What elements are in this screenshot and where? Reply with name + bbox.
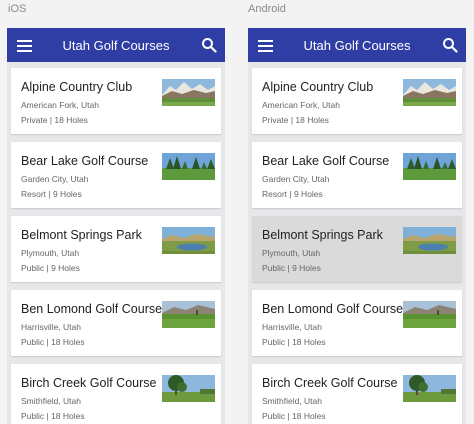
course-info: Public | 18 Holes	[262, 337, 326, 347]
ios-label: iOS	[8, 3, 27, 15]
course-location: American Fork, Utah	[262, 100, 340, 110]
course-thumbnail	[403, 301, 456, 328]
course-info: Private | 18 Holes	[21, 115, 88, 125]
course-card[interactable]: Bear Lake Golf Course Garden City, Utah Re…	[11, 142, 221, 208]
android-label: Android	[248, 3, 286, 15]
course-location: American Fork, Utah	[21, 100, 99, 110]
course-name: Belmont Springs Park	[21, 228, 142, 242]
course-info: Public | 9 Holes	[262, 263, 321, 273]
course-thumbnail	[403, 153, 456, 180]
course-card[interactable]: Ben Lomond Golf Course Harrisville, Utah P…	[252, 290, 462, 356]
course-location: Garden City, Utah	[21, 174, 89, 184]
search-icon[interactable]	[201, 37, 217, 53]
course-thumbnail	[162, 79, 215, 106]
course-thumbnail	[162, 375, 215, 402]
course-name: Alpine Country Club	[262, 80, 374, 94]
course-card[interactable]: Alpine Country Club American Fork, Utah Pr…	[252, 68, 462, 134]
course-info: Public | 18 Holes	[21, 411, 85, 421]
course-card[interactable]: Bear Lake Golf Course Garden City, Utah Re…	[252, 142, 462, 208]
app-title: Utah Golf Courses	[62, 38, 170, 53]
course-card[interactable]: Birch Creek Golf Course Smithfield, Utah P…	[252, 364, 462, 424]
course-location: Smithfield, Utah	[21, 396, 81, 406]
course-thumbnail	[403, 79, 456, 106]
course-name: Birch Creek Golf Course	[262, 376, 398, 390]
course-thumbnail	[403, 227, 456, 254]
course-card[interactable]: Belmont Springs Park Plymouth, Utah Public…	[252, 216, 462, 282]
course-info: Public | 18 Holes	[21, 337, 85, 347]
course-location: Harrisville, Utah	[262, 322, 322, 332]
course-info: Private | 18 Holes	[262, 115, 329, 125]
course-list: Alpine Country Club American Fork, Utah Pr…	[248, 62, 466, 424]
course-card[interactable]: Ben Lomond Golf Course Harrisville, Utah P…	[11, 290, 221, 356]
course-info: Resort | 9 Holes	[262, 189, 323, 199]
course-name: Bear Lake Golf Course	[262, 154, 390, 168]
course-name: Alpine Country Club	[21, 80, 133, 94]
app-bar: Utah Golf Courses	[7, 28, 225, 62]
course-card[interactable]: Birch Creek Golf Course Smithfield, Utah P…	[11, 364, 221, 424]
course-location: Plymouth, Utah	[262, 248, 321, 258]
course-location: Plymouth, Utah	[21, 248, 80, 258]
course-list: Alpine Country Club American Fork, Utah Pr…	[7, 62, 225, 424]
course-name: Ben Lomond Golf Course	[21, 302, 163, 316]
course-name: Birch Creek Golf Course	[21, 376, 157, 390]
course-card[interactable]: Alpine Country Club American Fork, Utah Pr…	[11, 68, 221, 134]
course-name: Bear Lake Golf Course	[21, 154, 149, 168]
course-info: Resort | 9 Holes	[21, 189, 82, 199]
course-card[interactable]: Belmont Springs Park Plymouth, Utah Public…	[11, 216, 221, 282]
app-title: Utah Golf Courses	[303, 38, 411, 53]
course-name: Belmont Springs Park	[262, 228, 383, 242]
search-icon[interactable]	[442, 37, 458, 53]
app-bar: Utah Golf Courses	[248, 28, 466, 62]
course-thumbnail	[162, 227, 215, 254]
course-name: Ben Lomond Golf Course	[262, 302, 404, 316]
course-location: Harrisville, Utah	[21, 322, 81, 332]
course-info: Public | 9 Holes	[21, 263, 80, 273]
ios-phone: Utah Golf Courses Alpine Country Club Ame…	[7, 28, 225, 424]
course-location: Smithfield, Utah	[262, 396, 322, 406]
course-thumbnail	[403, 375, 456, 402]
course-location: Garden City, Utah	[262, 174, 330, 184]
course-thumbnail	[162, 153, 215, 180]
course-thumbnail	[162, 301, 215, 328]
android-phone: Utah Golf Courses Alpine Country Club Ame…	[248, 28, 466, 424]
course-info: Public | 18 Holes	[262, 411, 326, 421]
